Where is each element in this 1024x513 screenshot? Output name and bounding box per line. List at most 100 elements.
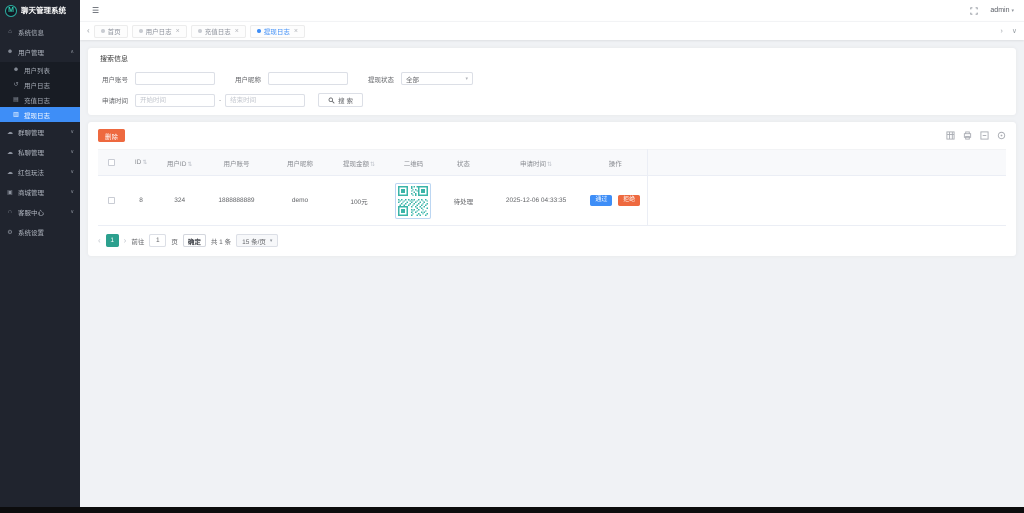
- nickname-input[interactable]: [268, 72, 348, 85]
- select-all-checkbox[interactable]: [108, 158, 116, 166]
- topbar: ☰ admin ▾: [80, 0, 1024, 21]
- qr-code-image[interactable]: [395, 182, 432, 219]
- export-icon[interactable]: [980, 131, 989, 140]
- app-window: M 聊天管理系统 ⌂ 系统信息 ☻ 用户管理 ∧ ☻ 用户列表 ↺ 用户日志 ▤…: [0, 0, 1024, 513]
- tab-withdraw-log[interactable]: 提现日志 ×: [249, 24, 305, 38]
- sidebar-item-label: 系统设置: [18, 230, 44, 237]
- pagination: ‹ 1 › 前往 页 确定 共 1 条 15 条/页 ▾: [98, 234, 1006, 247]
- search-icon: [328, 97, 335, 104]
- topbar-right: admin ▾: [970, 6, 1014, 15]
- chevron-down-icon: ∨: [70, 129, 74, 135]
- account-input[interactable]: [135, 72, 215, 85]
- cell-amount: 100元: [329, 175, 389, 226]
- tabs-bar: ‹ 首页 用户日志 × 充值日志 × 提现日志 × › ∨: [80, 21, 1024, 40]
- tab-dot-icon: [256, 29, 261, 33]
- sidebar-item-red-packet[interactable]: ☁ 红包玩法 ∨: [0, 162, 80, 182]
- cell-filler: [647, 175, 1006, 226]
- sidebar: M 聊天管理系统 ⌂ 系统信息 ☻ 用户管理 ∧ ☻ 用户列表 ↺ 用户日志 ▤…: [0, 0, 80, 507]
- sidebar-item-user-list[interactable]: ☻ 用户列表: [0, 62, 80, 77]
- sidebar-item-service-center[interactable]: ∩ 客服中心 ∨: [0, 202, 80, 222]
- bottom-bar: [0, 507, 1024, 513]
- tabs-scroll-left-icon[interactable]: ‹: [87, 27, 90, 35]
- col-filler: [647, 149, 1006, 176]
- tab-label: 提现日志: [263, 29, 290, 36]
- tab-dot-icon: [100, 29, 105, 33]
- table-toolbar: 删除: [98, 129, 1006, 142]
- close-icon[interactable]: ×: [176, 28, 180, 35]
- prev-page-icon[interactable]: ‹: [98, 236, 101, 245]
- headset-icon: ∩: [7, 209, 13, 215]
- col-apply-time[interactable]: 申请时间⇅: [488, 149, 584, 176]
- col-account: 用户账号: [202, 149, 271, 176]
- sidebar-item-recharge-log[interactable]: ▤ 充值日志: [0, 92, 80, 107]
- columns-grid-icon[interactable]: [946, 131, 955, 140]
- sidebar-item-label: 系统信息: [18, 30, 44, 37]
- status-select[interactable]: 全部 ▾: [401, 72, 473, 85]
- user-menu[interactable]: admin ▾: [990, 7, 1014, 14]
- search-button[interactable]: 搜 索: [318, 93, 363, 107]
- page-size-select[interactable]: 15 条/页 ▾: [236, 234, 279, 247]
- caret-down-icon: ▾: [1011, 7, 1014, 14]
- history-icon: ↺: [13, 82, 19, 88]
- tab-recharge-log[interactable]: 充值日志 ×: [190, 24, 246, 38]
- tabs-dropdown-icon[interactable]: ∨: [1012, 27, 1017, 35]
- page-unit-label: 页: [171, 238, 178, 246]
- sidebar-item-label: 用户管理: [18, 50, 44, 57]
- close-icon[interactable]: ×: [294, 28, 298, 35]
- col-id[interactable]: ID⇅: [125, 149, 157, 176]
- sort-icon[interactable]: ⇅: [547, 162, 552, 168]
- sidebar-item-mall[interactable]: ▣ 商城管理 ∨: [0, 182, 80, 202]
- red-packet-icon: ☁: [7, 169, 13, 176]
- sidebar-item-group-chat[interactable]: ☁ 群聊管理 ∨: [0, 122, 80, 142]
- withdraw-table: ID⇅ 用户ID⇅ 用户账号 用户昵称 提现金额⇅ 二维码 状态 申请时间⇅ 操…: [98, 149, 1006, 226]
- sidebar-item-private-chat[interactable]: ☁ 私聊管理 ∨: [0, 142, 80, 162]
- col-amount[interactable]: 提现金额⇅: [329, 149, 389, 176]
- sidebar-item-system-info[interactable]: ⌂ 系统信息: [0, 22, 80, 42]
- row-select-cell: [98, 175, 126, 226]
- comments-icon: ☁: [7, 129, 13, 136]
- menu-fold-icon[interactable]: ☰: [92, 6, 99, 15]
- sort-icon[interactable]: ⇅: [370, 162, 375, 168]
- tab-label: 用户日志: [145, 29, 172, 36]
- close-icon[interactable]: ×: [235, 28, 239, 35]
- cell-apply-time: 2025-12-06 04:33:35: [488, 175, 584, 226]
- sidebar-item-user-management[interactable]: ☻ 用户管理 ∧: [0, 42, 80, 62]
- cell-qrcode: [388, 175, 439, 226]
- start-time-input[interactable]: [135, 93, 215, 107]
- end-time-input[interactable]: [225, 93, 306, 107]
- tabs-scroll-right-icon[interactable]: ›: [1001, 28, 1003, 35]
- sidebar-item-label: 群聊管理: [18, 130, 44, 137]
- zoom-circle-icon[interactable]: [997, 131, 1006, 140]
- comment-icon: ☁: [7, 149, 13, 156]
- chevron-down-icon: ∨: [70, 169, 74, 175]
- sidebar-item-label: 用户列表: [24, 67, 50, 75]
- col-user-id[interactable]: 用户ID⇅: [157, 149, 203, 176]
- sidebar-item-label: 充值日志: [24, 97, 50, 105]
- table-header-row: ID⇅ 用户ID⇅ 用户账号 用户昵称 提现金额⇅ 二维码 状态 申请时间⇅ 操…: [98, 149, 1006, 176]
- sidebar-item-system-settings[interactable]: ⚙ 系统设置: [0, 222, 80, 242]
- cell-status: 待处理: [438, 175, 489, 226]
- tabs-controls: › ∨: [1001, 27, 1017, 36]
- tab-home[interactable]: 首页: [93, 24, 128, 38]
- tab-user-log[interactable]: 用户日志 ×: [131, 24, 187, 38]
- sort-icon[interactable]: ⇅: [187, 162, 192, 168]
- confirm-page-button[interactable]: 确定: [182, 234, 206, 247]
- delete-button[interactable]: 删除: [98, 129, 125, 142]
- reject-button[interactable]: 拒绝: [618, 195, 641, 206]
- next-page-icon[interactable]: ›: [124, 236, 127, 245]
- search-panel-title: 搜索信息: [100, 56, 128, 63]
- card-icon: ▤: [13, 97, 19, 103]
- col-actions: 操作: [583, 149, 648, 176]
- chevron-down-icon: ∨: [70, 209, 74, 215]
- approve-button[interactable]: 通过: [590, 195, 613, 206]
- total-count-label: 共 1 条: [210, 238, 232, 246]
- goto-page-input[interactable]: [149, 234, 167, 247]
- print-icon[interactable]: [963, 131, 972, 140]
- sort-icon[interactable]: ⇅: [142, 160, 147, 166]
- page-number-button[interactable]: 1: [105, 234, 119, 247]
- fullscreen-icon[interactable]: [970, 6, 979, 15]
- row-checkbox[interactable]: [108, 196, 116, 204]
- sidebar-item-withdraw-log[interactable]: ▥ 提现日志: [0, 107, 80, 122]
- sidebar-item-user-log[interactable]: ↺ 用户日志: [0, 77, 80, 92]
- sidebar-item-label: 客服中心: [18, 210, 44, 217]
